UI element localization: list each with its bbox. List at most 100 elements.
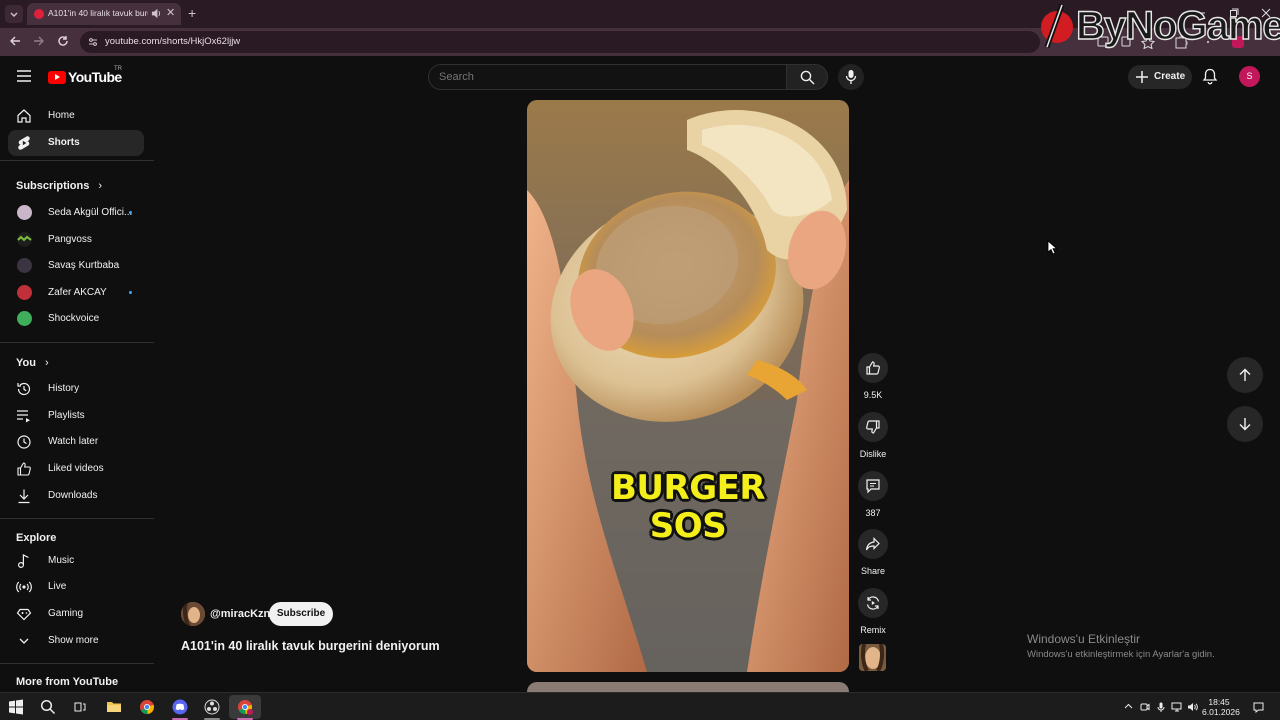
share-icon xyxy=(865,537,880,551)
thumbs-up-icon xyxy=(866,361,880,375)
live-icon xyxy=(16,581,32,593)
sidebar-item-downloads[interactable]: Downloads xyxy=(8,483,144,509)
share-button[interactable] xyxy=(858,529,888,559)
like-count: 9.5K xyxy=(863,390,883,400)
browser-tab[interactable]: A101'in 40 liralık tavuk burg ✕ xyxy=(27,3,181,25)
like-button[interactable] xyxy=(858,353,888,383)
sidebar-item-label: Gaming xyxy=(48,608,84,619)
youtube-logo[interactable]: YouTube TR xyxy=(48,66,122,85)
sidebar-item-subscription[interactable]: Seda Akgül Offici... xyxy=(8,200,144,226)
obs-icon[interactable] xyxy=(204,699,220,715)
video-overlay-caption-line1: BURGER xyxy=(610,468,766,508)
reload-icon[interactable] xyxy=(57,35,69,47)
url-text: youtube.com/shorts/HkjOx62ljjw xyxy=(105,36,241,47)
system-clock[interactable]: 18:45 6.01.2026 xyxy=(1202,697,1240,717)
previous-short-button[interactable] xyxy=(1227,357,1263,393)
sidebar-item-liked-videos[interactable]: Liked videos xyxy=(8,456,144,482)
thumbs-down-icon xyxy=(866,420,880,434)
next-short-button[interactable] xyxy=(1227,406,1263,442)
search-box[interactable] xyxy=(428,64,786,90)
new-tab-button[interactable]: + xyxy=(188,5,196,21)
sidebar-item-gaming[interactable]: Gaming xyxy=(8,601,144,627)
sound-thumbnail[interactable] xyxy=(859,644,886,671)
sidebar-item-playlists[interactable]: Playlists xyxy=(8,403,144,429)
youtube-header: YouTube TR Create S xyxy=(0,56,1280,96)
task-view-icon[interactable] xyxy=(72,699,88,715)
chrome-profile-icon[interactable] xyxy=(237,699,253,715)
you-heading-label: You xyxy=(16,357,36,369)
sidebar-item-live[interactable]: Live xyxy=(8,574,144,600)
close-tab-icon[interactable]: ✕ xyxy=(166,7,175,19)
bynogame-logo: ByNoGame xyxy=(1038,0,1280,52)
chevron-right-icon: › xyxy=(98,180,103,192)
menu-icon[interactable] xyxy=(17,70,31,82)
sidebar-item-subscription[interactable]: Zafer AKCAY xyxy=(8,280,144,306)
dislike-button[interactable] xyxy=(858,412,888,442)
sidebar-item-label: Downloads xyxy=(48,490,98,501)
meet-now-icon[interactable] xyxy=(1140,702,1150,712)
sidebar: Home Shorts Subscriptions › Seda Akgül O… xyxy=(0,96,154,692)
subscribe-button[interactable]: Subscribe xyxy=(269,602,333,626)
speaker-icon[interactable] xyxy=(151,8,162,19)
back-arrow-icon[interactable] xyxy=(9,35,21,47)
history-icon xyxy=(17,382,31,396)
search-button[interactable] xyxy=(786,64,828,90)
sidebar-item-music[interactable]: Music xyxy=(8,548,144,574)
sidebar-item-subscription[interactable]: Savaş Kurtbaba xyxy=(8,253,144,279)
sidebar-item-label: Zafer AKCAY xyxy=(48,287,107,298)
subscriptions-heading-label: Subscriptions xyxy=(16,180,90,192)
video-overlay-caption-line2: SOS xyxy=(649,506,727,546)
remix-button[interactable] xyxy=(858,588,888,618)
video-frame xyxy=(527,100,849,672)
youtube-play-icon xyxy=(48,70,66,84)
sidebar-item-home[interactable]: Home xyxy=(8,103,144,129)
site-info-icon[interactable] xyxy=(88,37,98,47)
plus-icon xyxy=(1136,71,1148,83)
create-button[interactable]: Create xyxy=(1128,65,1192,89)
microphone-icon[interactable] xyxy=(1156,702,1166,712)
channel-avatar xyxy=(17,232,32,247)
tab-search-button[interactable] xyxy=(5,5,23,23)
bynogame-emblem-icon xyxy=(1041,4,1073,48)
dislike-label: Dislike xyxy=(859,449,887,459)
sidebar-item-history[interactable]: History xyxy=(8,376,144,402)
windows-activation-notice: Windows'u Etkinleştir Windows'u etkinleş… xyxy=(1027,632,1215,660)
notification-center-icon[interactable] xyxy=(1253,702,1264,713)
new-content-dot xyxy=(129,291,132,294)
account-avatar[interactable]: S xyxy=(1239,66,1260,87)
sidebar-item-watch-later[interactable]: Watch later xyxy=(8,429,144,455)
bynogame-wordmark: ByNoGame xyxy=(1075,3,1280,48)
subscriptions-heading[interactable]: Subscriptions › xyxy=(16,180,102,192)
network-icon[interactable] xyxy=(1171,702,1183,712)
windows-taskbar: 18:45 6.01.2026 xyxy=(0,692,1280,720)
arrow-up-icon xyxy=(1239,368,1251,381)
chevron-up-icon[interactable] xyxy=(1124,702,1133,711)
volume-icon[interactable] xyxy=(1187,702,1199,712)
sidebar-item-subscription[interactable]: Shockvoice xyxy=(8,306,144,332)
activation-title: Windows'u Etkinleştir xyxy=(1027,632,1140,646)
address-bar[interactable]: youtube.com/shorts/HkjOx62ljjw xyxy=(80,31,1040,53)
windows-start-icon[interactable] xyxy=(8,699,24,715)
chrome-icon[interactable] xyxy=(139,699,155,715)
voice-search-button[interactable] xyxy=(838,64,864,90)
comment-count: 387 xyxy=(865,508,881,518)
notifications-bell-icon[interactable] xyxy=(1202,68,1218,85)
comments-button[interactable] xyxy=(858,471,888,501)
sidebar-item-label: Live xyxy=(48,581,67,592)
channel-avatar[interactable] xyxy=(181,602,205,626)
discord-icon[interactable] xyxy=(172,699,188,715)
sidebar-item-shorts[interactable]: Shorts xyxy=(8,130,144,156)
search-icon[interactable] xyxy=(40,699,56,715)
gaming-icon xyxy=(16,608,32,621)
clock-time: 18:45 xyxy=(1208,697,1230,707)
sidebar-show-more[interactable]: Show more xyxy=(8,628,144,654)
channel-handle[interactable]: @miracKzn xyxy=(210,608,270,620)
create-label: Create xyxy=(1154,71,1186,82)
forward-arrow-icon[interactable] xyxy=(33,35,45,47)
new-content-dot xyxy=(129,211,132,214)
you-heading[interactable]: You › xyxy=(16,357,49,369)
short-video-player[interactable]: BURGER SOS xyxy=(527,100,849,672)
file-explorer-icon[interactable] xyxy=(106,699,122,715)
sidebar-item-subscription[interactable]: Pangvoss xyxy=(8,227,144,253)
search-input[interactable] xyxy=(439,71,769,83)
